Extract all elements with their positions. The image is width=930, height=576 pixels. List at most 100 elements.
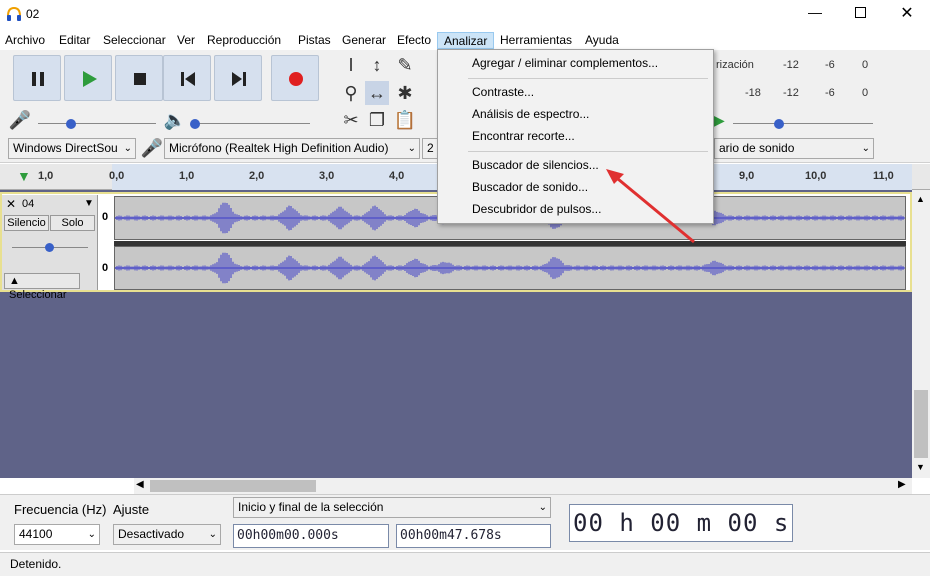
multi-tool-icon[interactable]: ✱	[393, 81, 417, 105]
play-button[interactable]	[64, 55, 112, 101]
annotation-arrow	[606, 169, 695, 244]
mute-button[interactable]: Silencio	[4, 215, 49, 231]
ruler-tick: 4,0	[389, 170, 405, 182]
scroll-right-icon[interactable]: ▶	[898, 479, 906, 490]
recording-volume-slider[interactable]	[38, 115, 156, 129]
meter-tick: -6	[825, 59, 835, 71]
microphone-icon: 🎤	[140, 138, 164, 158]
snap-value: Desactivado	[118, 527, 185, 541]
snap-label: Ajuste	[113, 502, 150, 517]
menu-item-contrast[interactable]: Contraste...	[472, 85, 534, 99]
cut-icon[interactable]: ✂	[339, 108, 363, 132]
menu-item-find-clipping[interactable]: Encontrar recorte...	[472, 129, 575, 143]
menu-item-spectrum-analysis[interactable]: Análisis de espectro...	[472, 107, 589, 121]
menu-separator	[468, 78, 708, 79]
recording-device-value: Micrófono (Realtek High Definition Audio…	[169, 141, 389, 155]
menu-efecto[interactable]: Efecto	[393, 32, 435, 49]
track-name[interactable]: 04	[22, 198, 34, 210]
skip-start-button[interactable]	[163, 55, 211, 101]
ruler-tick: 2,0	[249, 170, 265, 182]
menu-archivo[interactable]: Archivo	[1, 32, 49, 49]
playback-device-value: ario de sonido	[719, 141, 795, 155]
menu-item-sound-finder[interactable]: Buscador de sonido...	[472, 180, 588, 194]
pause-button[interactable]	[13, 55, 61, 101]
ruler-tick: 11,0	[873, 170, 894, 182]
audio-host-select[interactable]: Windows DirectSou ⌄	[8, 138, 136, 159]
recording-device-select[interactable]: Micrófono (Realtek High Definition Audio…	[164, 138, 420, 159]
track-menu-icon[interactable]: ▼	[84, 198, 94, 209]
envelope-tool-icon[interactable]: ↕	[365, 53, 389, 77]
ruler-tick: 0,0	[109, 170, 125, 182]
maximize-button[interactable]	[846, 3, 876, 25]
window-title: 02	[26, 7, 40, 21]
ruler-tick: 1,0	[38, 170, 54, 182]
play-head-icon[interactable]: ▼	[17, 168, 31, 184]
zoom-tool-icon[interactable]: ⚲	[339, 81, 363, 105]
project-rate-value: 44100	[19, 527, 53, 541]
scroll-down-icon[interactable]: ▼	[916, 462, 925, 472]
stop-button[interactable]	[115, 55, 163, 101]
vertical-scrollbar[interactable]: ▲ ▼	[912, 190, 930, 478]
menu-reproduccion[interactable]: Reproducción	[203, 32, 285, 49]
selection-mode-select[interactable]: Inicio y final de la selección ⌄	[233, 497, 551, 518]
draw-tool-icon[interactable]: ✎	[393, 53, 417, 77]
meter-tick: -6	[825, 87, 835, 99]
menu-item-silence-finder[interactable]: Buscador de silencios...	[472, 158, 599, 172]
app-icon	[6, 6, 22, 21]
playback-volume-slider[interactable]	[190, 115, 310, 129]
vertical-scroll-thumb[interactable]	[914, 390, 928, 458]
time-shift-tool-icon[interactable]: ↔	[365, 81, 389, 105]
menu-generar[interactable]: Generar	[338, 32, 390, 49]
snap-select[interactable]: Desactivado ⌄	[113, 524, 221, 545]
meter-tick: -18	[745, 87, 761, 99]
scroll-up-icon[interactable]: ▲	[916, 194, 925, 204]
audio-host-value: Windows DirectSou	[13, 141, 118, 155]
recording-meter-label: rización	[716, 59, 754, 71]
select-track-button[interactable]: ▲ Seleccionar	[4, 273, 80, 301]
amplitude-scale-label: 0	[102, 262, 109, 274]
solo-button[interactable]: Solo	[50, 215, 95, 231]
close-button[interactable]: ✕	[892, 3, 922, 25]
close-track-icon[interactable]: ✕	[6, 197, 16, 211]
menu-herramientas[interactable]: Herramientas	[496, 32, 576, 49]
menu-seleccionar[interactable]: Seleccionar	[99, 32, 170, 49]
horizontal-scrollbar[interactable]: ◀ ▶	[134, 478, 912, 494]
horizontal-scroll-thumb[interactable]	[150, 480, 316, 492]
play-at-speed-icon[interactable]: ▶	[714, 112, 725, 129]
channel-divider	[114, 241, 906, 246]
project-rate-select[interactable]: 44100 ⌄	[14, 524, 100, 545]
menu-item-beat-finder[interactable]: Descubridor de pulsos...	[472, 202, 601, 216]
meter-tick: 0	[862, 87, 869, 99]
collapse-icon[interactable]: ▲	[9, 275, 20, 287]
copy-icon[interactable]: ❐	[365, 108, 389, 132]
menu-editar[interactable]: Editar	[55, 32, 94, 49]
amplitude-scale-label: 0	[102, 211, 109, 223]
ruler-tick: 3,0	[319, 170, 335, 182]
gain-slider[interactable]	[12, 241, 88, 255]
record-button[interactable]	[271, 55, 319, 101]
selection-start-time[interactable]: 00h00m00.000s	[233, 524, 389, 548]
selection-end-time[interactable]: 00h00m47.678s	[396, 524, 551, 548]
selection-start-value: 00h00m00.000s	[237, 528, 339, 543]
menu-ayuda[interactable]: Ayuda	[581, 32, 623, 49]
play-speed-slider[interactable]	[733, 115, 873, 129]
menu-separator	[468, 151, 708, 152]
menu-ver[interactable]: Ver	[173, 32, 199, 49]
playback-device-select[interactable]: ario de sonido ⌄	[714, 138, 874, 159]
paste-icon[interactable]: 📋	[393, 108, 417, 132]
skip-end-button[interactable]	[214, 55, 262, 101]
audio-position-time[interactable]: 00 h 00 m 00 s	[569, 504, 793, 542]
status-bar: Detenido.	[0, 552, 930, 576]
speaker-icon: 🔈	[163, 110, 187, 130]
ruler-tick: 9,0	[739, 170, 755, 182]
selection-tool-icon[interactable]: I	[339, 53, 363, 77]
ruler-tick: 1,0	[179, 170, 195, 182]
minimize-button[interactable]: —	[800, 4, 830, 24]
meter-tick: 0	[862, 59, 869, 71]
menu-pistas[interactable]: Pistas	[294, 32, 335, 49]
menu-analizar[interactable]: Analizar	[437, 32, 495, 49]
selection-mode-value: Inicio y final de la selección	[238, 500, 384, 514]
menu-item-add-remove-plugins[interactable]: Agregar / eliminar complementos...	[472, 56, 658, 70]
scroll-left-icon[interactable]: ◀	[136, 479, 144, 490]
waveform-right-channel[interactable]	[114, 246, 906, 290]
